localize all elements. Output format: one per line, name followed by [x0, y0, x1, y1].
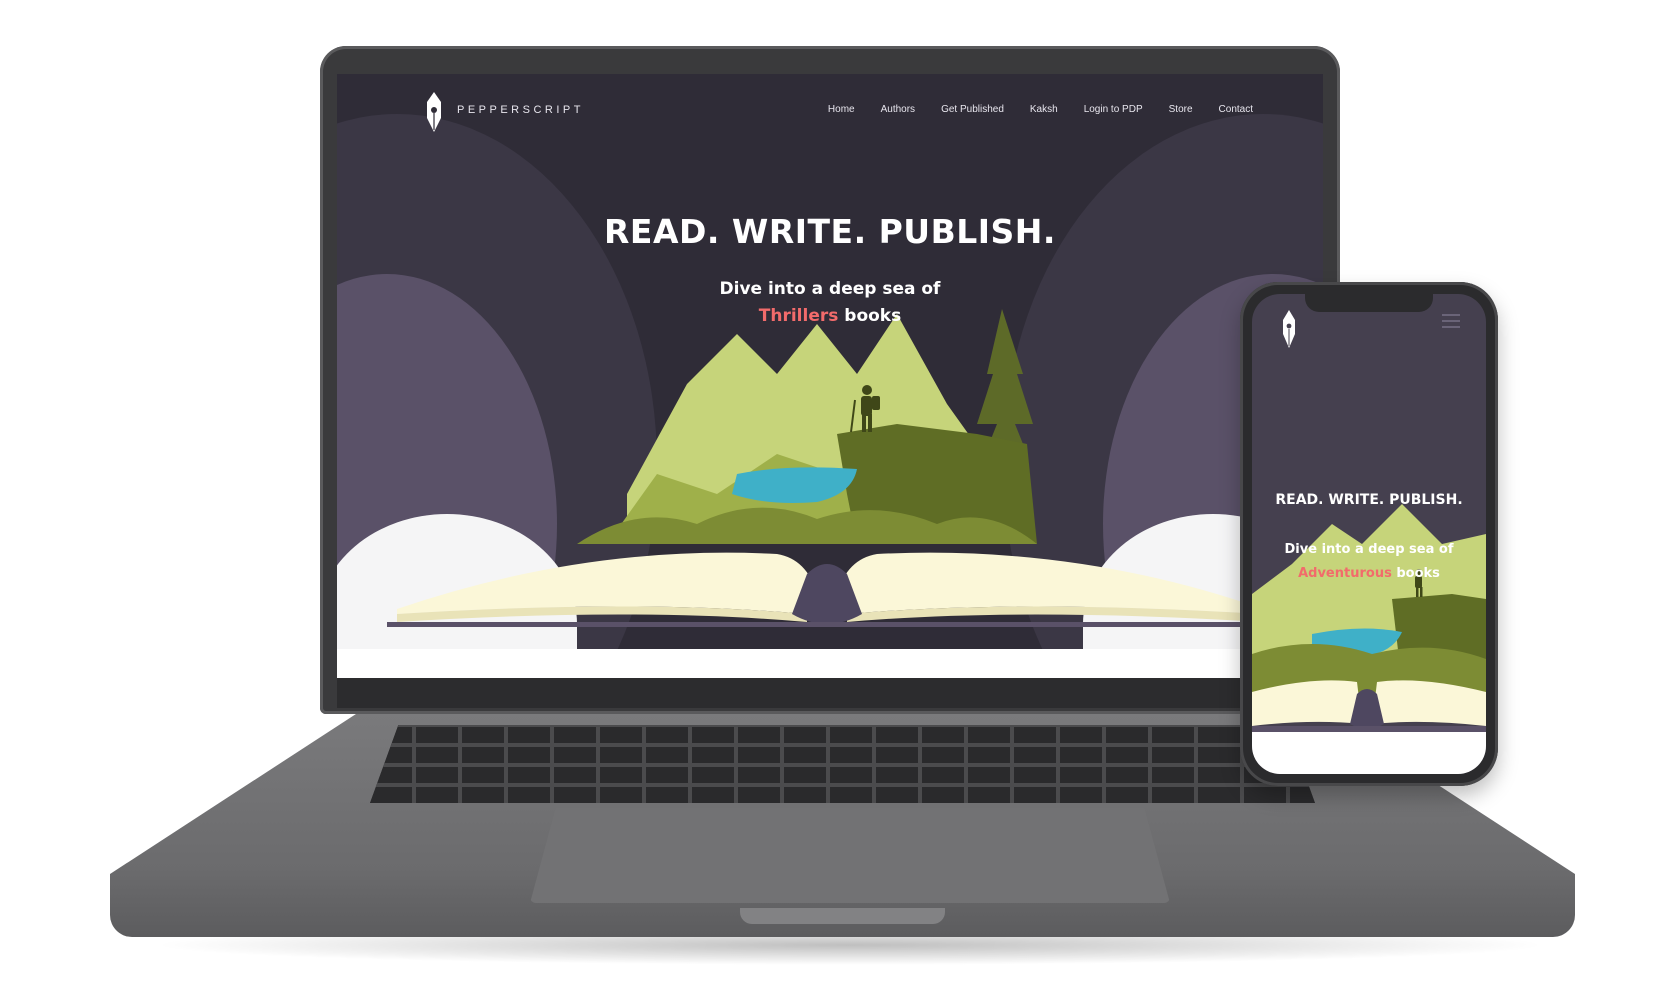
phone-hero-title: READ. WRITE. PUBLISH. — [1275, 492, 1463, 508]
hero-book-illustration — [387, 309, 1273, 627]
nav-home[interactable]: Home — [828, 104, 855, 115]
phone-subtitle-line2: Adventurous books — [1252, 562, 1486, 586]
nav-login-pdp[interactable]: Login to PDP — [1084, 104, 1143, 115]
tree-icon — [977, 309, 1033, 454]
laptop-screen: PEPPERSCRIPT Home Authors Get Published … — [337, 74, 1323, 678]
hero-genre: Thrillers — [758, 306, 839, 326]
nav-authors[interactable]: Authors — [881, 104, 915, 115]
hero-subtitle-suffix: books — [844, 306, 902, 326]
phone-pen-nib-icon[interactable] — [1282, 310, 1296, 350]
hamburger-menu-icon[interactable] — [1442, 314, 1460, 328]
nav-links: Home Authors Get Published Kaksh Login t… — [828, 104, 1253, 115]
laptop-chin — [337, 678, 1323, 708]
phone-screen: READ. WRITE. PUBLISH. Dive into a deep s… — [1252, 294, 1486, 774]
nav-kaksh[interactable]: Kaksh — [1030, 104, 1058, 115]
hero-bottom-strip — [337, 649, 1323, 678]
nav-contact[interactable]: Contact — [1219, 104, 1253, 115]
book-right-page — [837, 552, 1263, 614]
book-left-page — [397, 552, 817, 614]
phone-notch — [1305, 292, 1433, 312]
nav-store[interactable]: Store — [1169, 104, 1193, 115]
navbar: PEPPERSCRIPT Home Authors Get Published … — [337, 74, 1323, 134]
brand-name[interactable]: PEPPERSCRIPT — [457, 104, 584, 116]
book-base — [387, 622, 1273, 627]
laptop-trackpad — [530, 808, 1170, 903]
laptop-front-notch — [740, 908, 945, 924]
phone-book-base — [1252, 726, 1486, 732]
hero-subtitle: Dive into a deep sea of Thrillers books — [337, 276, 1323, 330]
hero-subtitle-line2: Thrillers books — [337, 303, 1323, 330]
phone-subtitle-line1: Dive into a deep sea of — [1284, 542, 1454, 557]
hero-title: READ. WRITE. PUBLISH. — [604, 212, 1056, 251]
phone-hero-subtitle: Dive into a deep sea of Adventurous book… — [1252, 538, 1486, 586]
laptop-keyboard — [370, 725, 1315, 803]
phone-subtitle-suffix: books — [1396, 566, 1440, 581]
pen-nib-icon[interactable] — [425, 92, 443, 134]
phone-bottom — [1252, 726, 1486, 774]
hero-subtitle-line1: Dive into a deep sea of — [719, 279, 941, 299]
nav-get-published[interactable]: Get Published — [941, 104, 1004, 115]
phone-hero-illustration — [1252, 504, 1486, 774]
phone-hero-genre: Adventurous — [1298, 566, 1392, 581]
